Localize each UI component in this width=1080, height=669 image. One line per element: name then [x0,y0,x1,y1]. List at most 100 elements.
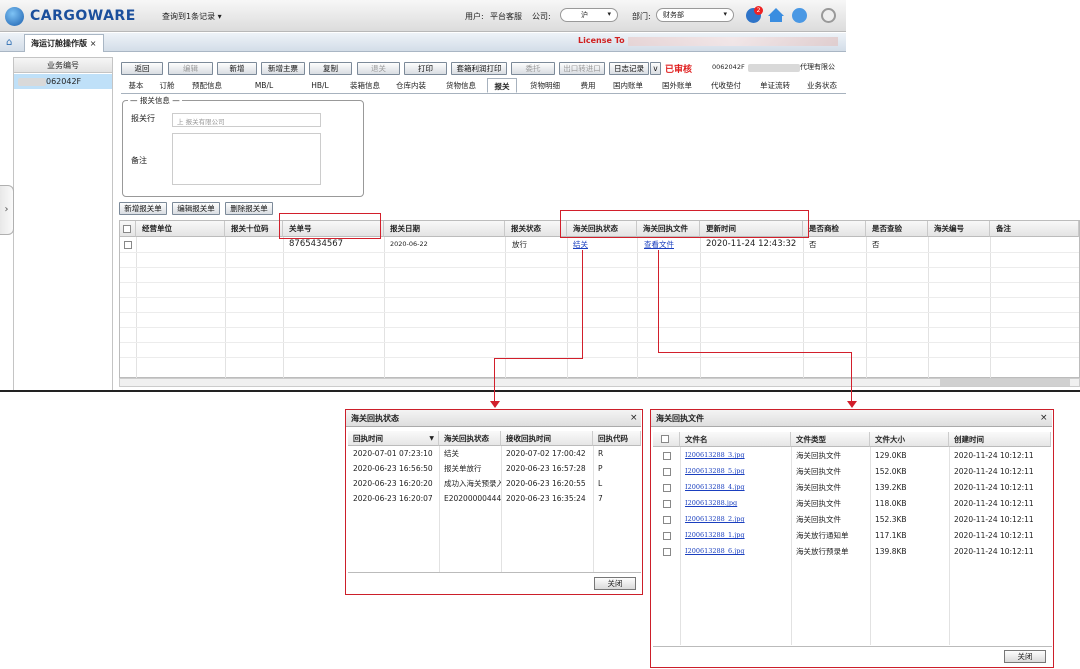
back-button[interactable]: 返回 [121,62,163,75]
file-link[interactable]: I200613288_2.jpg [680,512,791,527]
row-checkbox[interactable] [124,241,132,249]
file-size: 152.3KB [875,515,907,524]
blurred-info [748,64,800,72]
file-link[interactable]: I200613288_3.jpg [680,448,791,463]
delete-declaration-button[interactable]: 删除报关单 [225,202,273,215]
tab-booking[interactable]: 订舱 [151,78,183,93]
broker-field[interactable]: 上 报关有限公司 [172,113,321,127]
blurred-prefix [18,77,46,86]
tab-preallocation[interactable]: 预配信息 [183,78,231,93]
dept-select[interactable]: 财务部 ▾ [656,8,734,22]
status-row-3-status: 成功入海关预录入 [444,479,501,488]
log-button[interactable]: 日志记录 [609,62,649,75]
file-created: 2020-11-24 10:12:11 [954,531,1034,540]
col-file-type[interactable]: 文件类型 [791,432,870,447]
entrust-button[interactable]: 委托 [511,62,555,75]
col-checked[interactable]: 是否查验 [866,221,928,237]
tab-hbl[interactable]: HB/L [297,78,343,93]
tab-customs[interactable]: 报关 [487,78,517,93]
file-link[interactable]: I200613288_4.jpg [680,480,791,495]
tab-mbl[interactable]: MB/L [231,78,297,93]
file-link[interactable]: I200613288_1.jpg [680,528,791,543]
horizontal-scrollbar[interactable] [119,378,1080,387]
home-icon-base [770,15,782,22]
col-receipt-status[interactable]: 海关回执状态 [439,431,501,446]
scrollbar-thumb[interactable] [940,379,1070,386]
col-receipt-time[interactable]: 回执时间 ▼ [348,431,439,446]
view-file-link[interactable]: 查看文件 [640,237,674,252]
col-receive-time[interactable]: 接收回执时间 [501,431,593,446]
add-declaration-button[interactable]: 新增报关单 [119,202,167,215]
new-button[interactable]: 新增 [217,62,257,75]
col-inspection[interactable]: 是否商检 [803,221,866,237]
copy-button[interactable]: 复制 [309,62,352,75]
tab-basic[interactable]: 基本 [121,78,151,93]
print-button[interactable]: 打印 [404,62,447,75]
col-ten-digit-code[interactable]: 报关十位码 [225,221,283,237]
refresh-icon[interactable] [792,8,807,23]
company-select-value: 沪 [581,11,588,19]
select-all-checkbox[interactable] [661,435,669,443]
col-declaration-date[interactable]: 报关日期 [384,221,505,237]
tab-domestic-bill[interactable]: 国内账单 [603,78,653,93]
tab-warehouse[interactable]: 仓库内装 [387,78,435,93]
edit-button[interactable]: 编辑 [168,62,213,75]
close-button[interactable]: 关闭 [594,577,636,590]
user-value: 平台客服 [490,12,522,21]
col-declaration-status[interactable]: 报关状态 [505,221,567,237]
col-customs-no[interactable]: 海关编号 [928,221,990,237]
file-row-checkbox[interactable] [663,532,671,540]
tab-cargo-info[interactable]: 货物信息 [435,78,487,93]
new-master-button[interactable]: 新增主票 [261,62,305,75]
file-row-checkbox[interactable] [663,548,671,556]
tab-fees[interactable]: 费用 [573,78,603,93]
file-link[interactable]: I200613288_6.jpg [680,544,791,559]
customs-info-legend: — 报关信息 — [128,95,182,106]
power-icon[interactable] [821,8,836,23]
shut-out-button[interactable]: 退关 [357,62,400,75]
close-button[interactable]: 关闭 [1004,650,1046,663]
file-row-checkbox[interactable] [663,468,671,476]
tab-foreign-bill[interactable]: 国外账单 [653,78,701,93]
file-created: 2020-11-24 10:12:11 [954,515,1034,524]
tab-collection[interactable]: 代收垫付 [701,78,751,93]
file-created: 2020-11-24 10:12:11 [954,451,1034,460]
company-select[interactable]: 沪 ▾ [560,8,618,22]
close-icon[interactable]: × [1040,410,1048,427]
col-operating-unit[interactable]: 经营单位 [136,221,225,237]
col-file-size[interactable]: 文件大小 [870,432,949,447]
col-receipt-code[interactable]: 回执代码 [593,431,641,446]
close-icon[interactable]: × [630,410,638,427]
file-link[interactable]: I200613288_5.jpg [680,464,791,479]
file-created: 2020-11-24 10:12:11 [954,499,1034,508]
tab-cargo-detail[interactable]: 货物明细 [517,78,573,93]
file-row-checkbox[interactable] [663,484,671,492]
file-row-checkbox[interactable] [663,452,671,460]
select-all-header [120,221,136,237]
tab-document-flow[interactable]: 单证流转 [751,78,799,93]
tab-business-status[interactable]: 业务状态 [799,78,845,93]
edit-declaration-button[interactable]: 编辑报关单 [172,202,220,215]
cell-updated-time: 2020-11-24 12:43:32 [706,239,797,249]
col-file-name[interactable]: 文件名 [680,432,791,447]
home-tab-icon[interactable]: ⌂ [6,37,12,48]
col-remark[interactable]: 备注 [990,221,1079,237]
remark-field[interactable] [172,133,321,185]
main-window: CARGOWARE 查询到1条记录 ▾ 用户: 平台客服 公司: 沪 ▾ 部门: … [0,0,1080,392]
tab-packing[interactable]: 装箱信息 [343,78,387,93]
file-link[interactable]: I200613288.jpg [680,496,791,511]
business-list-row-selected[interactable]: 062042F [14,74,112,89]
tab-close-icon[interactable]: × [90,39,97,48]
receipt-status-link[interactable]: 结关 [569,237,588,252]
tab-sea-booking[interactable]: 海运订舱操作版 × [24,34,104,52]
select-all-checkbox[interactable] [123,225,131,233]
collapse-handle[interactable]: › [0,185,14,235]
file-row-checkbox[interactable] [663,500,671,508]
status-row-2-code: P [598,464,603,473]
file-row-checkbox[interactable] [663,516,671,524]
box-profit-print-button[interactable]: 套箱利润打印 [451,62,507,75]
col-created-time[interactable]: 创建时间 [949,432,1051,447]
connector-arrow-icon [490,401,500,408]
export-to-import-button[interactable]: 出口转进口 [559,62,605,75]
log-dropdown-icon[interactable]: v [650,62,661,75]
